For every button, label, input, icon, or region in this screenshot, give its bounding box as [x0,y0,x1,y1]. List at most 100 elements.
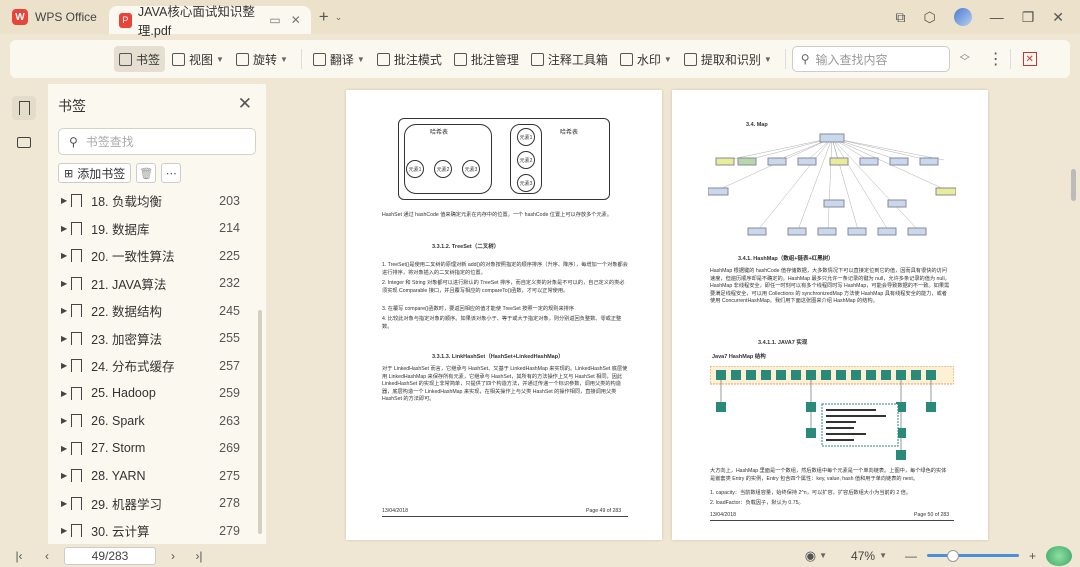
hash-label-2: 哈希表 [560,130,579,136]
bookmark-item[interactable]: ▶ 29. 机器学习 278 [48,490,266,518]
bookmark-panel-button[interactable] [12,96,36,120]
bookmark-icon [71,221,83,235]
footer-date: 13/04/2018 [382,508,408,514]
more-options-icon[interactable]: ⋯ [161,163,182,183]
zoom-in-icon[interactable]: + [1029,549,1036,563]
view-icon [172,52,186,66]
expand-arrow-icon[interactable]: ▶ [61,279,67,288]
cube-icon[interactable]: ⬡ [923,9,935,26]
restore-icon[interactable]: ❐ [1022,9,1035,26]
document-tab[interactable]: P JAVA核心面试知识整理.pdf ▭ ✕ [108,5,311,38]
paragraph: HashSet 通过 hashCode 值来确定元素在内存中的位置。一个 has… [382,212,613,218]
exit-icon[interactable]: ✕ [1022,52,1037,66]
footer-date: 13/04/2018 [710,512,736,518]
more-icon[interactable]: ⋮ [988,49,1004,69]
wps-home-tab[interactable]: W WPS Office [0,0,109,34]
delete-icon[interactable]: 🗑 [136,163,157,183]
zoom-slider[interactable] [926,550,1019,562]
eye-icon[interactable]: ◉ [805,548,816,564]
first-page-icon[interactable]: |‹ [10,549,28,563]
expand-arrow-icon[interactable]: ▶ [61,499,67,508]
document-scrollbar[interactable] [1070,84,1076,544]
bookmark-item[interactable]: ▶ 23. 加密算法 255 [48,325,266,353]
view-button[interactable]: 视图 ▼ [167,46,229,72]
bookmark-item[interactable]: ▶ 25. Hadoop 259 [48,380,266,408]
view-mode-chevron-icon[interactable]: ▼ [819,551,827,560]
bookmark-item[interactable]: ▶ 26. Spark 263 [48,407,266,435]
annotate-mode-button[interactable]: 批注模式 [372,46,447,72]
prev-page-icon[interactable]: ‹ [38,549,56,563]
assistant-icon[interactable] [1046,545,1072,566]
bookmark-scrollbar[interactable] [258,310,262,534]
bookmark-item[interactable]: ▶ 27. Storm 269 [48,435,266,463]
search-input[interactable]: ⚲ 输入查找内容 [791,46,950,72]
document-area: 哈希表 元素1 元素2 元素3 元素1 元素2 元素3 哈希表 HashSet … [268,84,1080,544]
list-item: 3. 在覆写 compare()函数时，要返回相应的值才能使 TreeSet 按… [382,306,575,312]
window-list-icon[interactable]: ⧉ [895,9,905,26]
expand-arrow-icon[interactable]: ▶ [61,389,67,398]
bookmark-page: 257 [219,358,240,373]
bookmark-page: 232 [219,276,240,291]
close-window-icon[interactable]: ✕ [1052,9,1064,26]
bookmark-page: 259 [219,386,240,401]
bookmark-icon [71,304,83,318]
tab-screen-icon[interactable]: ▭ [269,13,280,27]
bookmark-item[interactable]: ▶ 20. 一致性算法 225 [48,242,266,270]
bookmark-item[interactable]: ▶ 21. JAVA算法 232 [48,270,266,298]
bookmark-item[interactable]: ▶ 18. 负载均衡 203 [48,187,266,215]
extract-button[interactable]: 提取和识别 ▼ [679,46,777,72]
expand-arrow-icon[interactable]: ▶ [61,361,67,370]
expand-arrow-icon[interactable]: ▶ [61,416,67,425]
translate-button[interactable]: 翻译 ▼ [308,46,370,72]
watermark-icon [619,52,633,66]
expand-arrow-icon[interactable]: ▶ [61,224,67,233]
bookmark-search-input[interactable]: ⚲ 书签查找 [58,128,256,155]
page-number-input[interactable]: 49/283 [64,546,156,565]
annotation-tools-button[interactable]: 注释工具箱 [526,46,613,72]
tab-list-chevron-icon[interactable]: ⌄ [335,12,343,23]
zoom-out-icon[interactable]: — [905,549,917,563]
expand-arrow-icon[interactable]: ▶ [61,196,67,205]
list-item: 1. TreeSet()是使用二叉树的原理对新 add()的对象按照指定的顺序排… [382,262,628,276]
search-icon: ⚲ [800,52,810,66]
expand-arrow-icon[interactable]: ▶ [61,334,67,343]
zoom-chevron-icon[interactable]: ▼ [879,551,887,560]
bookmark-item[interactable]: ▶ 28. YARN 275 [48,462,266,490]
expand-arrow-icon[interactable]: ▶ [61,306,67,315]
bookmark-button[interactable]: 书签 [114,46,166,72]
bookmark-icon [18,101,30,115]
expand-arrow-icon[interactable]: ▶ [61,444,67,453]
bookmark-panel: 书签 ✕ ⚲ 书签查找 ⊞ 添加书签 🗑 ⋯ ▶ 18. 负载均衡 203 ▶ 19. 数据… [48,84,266,544]
bookmark-item[interactable]: ▶ 22. 数据结构 245 [48,297,266,325]
paragraph: 对于 LinkedHashSet 而言，它继承与 HashSet、又基于 Lin… [382,366,628,402]
comment-panel-button[interactable] [12,130,36,154]
bookmark-item[interactable]: ▶ 19. 数据库 214 [48,215,266,243]
annotation-tools-icon [530,52,544,66]
bookmark-item[interactable]: ▶ 24. 分布式缓存 257 [48,352,266,380]
avatar[interactable] [953,8,972,26]
last-page-icon[interactable]: ›| [190,549,208,563]
watermark-button[interactable]: 水印 ▼ [615,46,677,72]
minimize-icon[interactable]: — [990,9,1004,25]
status-bar: |‹ ‹ 49/283 › ›| ◉ ▼ 47% ▼ — + [0,544,1080,567]
close-tab-icon[interactable]: ✕ [291,13,301,27]
rotate-button[interactable]: 旋转 ▼ [231,46,293,72]
expand-arrow-icon[interactable]: ▶ [61,526,67,535]
expand-arrow-icon[interactable]: ▶ [61,251,67,260]
list-item: 2. loadFactor：负载因子，默认为 0.75。 [710,500,804,506]
search-prev-next-icon[interactable]: ︿ ﹀ [960,50,970,68]
bookmark-icon [71,386,83,400]
expand-arrow-icon[interactable]: ▶ [61,471,67,480]
close-icon[interactable]: ✕ [238,94,252,114]
annotate-manage-button[interactable]: 批注管理 [449,46,524,72]
next-page-icon[interactable]: › [164,549,182,563]
element-node: 元素3 [517,174,535,192]
new-tab-button[interactable]: + [319,7,329,27]
footer-page: Page 50 of 283 [914,512,950,518]
bookmark-page: 203 [219,193,240,208]
add-bookmark-button[interactable]: ⊞ 添加书签 [58,163,132,183]
scroll-thumb[interactable] [1071,169,1076,201]
add-bookmark-icon: ⊞ [64,167,74,180]
bookmark-item[interactable]: ▶ 30. 云计算 279 [48,517,266,545]
bookmark-label: 29. 机器学习 [91,497,163,512]
